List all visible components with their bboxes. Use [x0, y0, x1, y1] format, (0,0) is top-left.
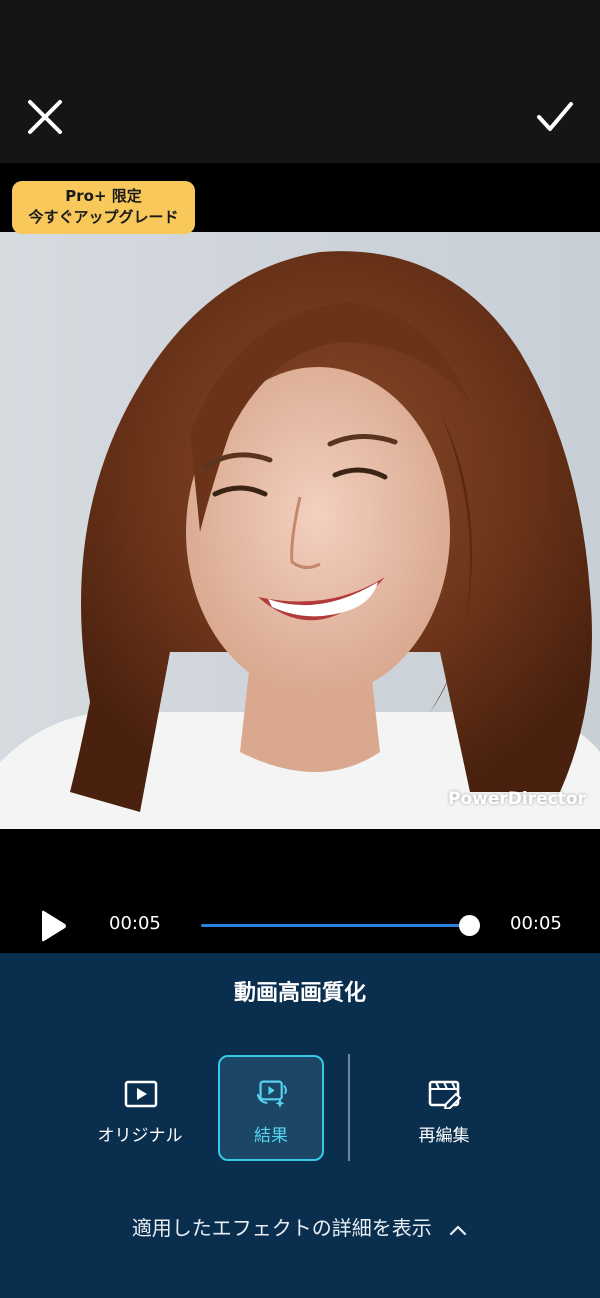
upgrade-badge[interactable]: Pro+ 限定 今すぐアップグレード: [12, 181, 195, 234]
play-icon: [42, 910, 66, 942]
seek-thumb[interactable]: [458, 915, 480, 936]
options-divider: [348, 1054, 350, 1161]
portrait-illustration: [0, 251, 600, 829]
total-time: 00:05: [510, 913, 562, 934]
seek-track[interactable]: [201, 924, 469, 927]
close-icon: [28, 100, 62, 134]
option-result[interactable]: 結果: [218, 1055, 324, 1161]
chevron-up-icon: [450, 1225, 467, 1235]
video-preview-image: [0, 232, 600, 829]
effect-details-label: 適用したエフェクトの詳細を表示: [131, 1216, 432, 1240]
enhanced-video-sparkle-icon: [256, 1080, 287, 1109]
effect-details-toggle[interactable]: 適用したエフェクトの詳細を表示: [0, 1212, 600, 1241]
close-button[interactable]: [24, 96, 66, 138]
play-frame-icon: [124, 1080, 158, 1108]
option-reedit[interactable]: 再編集: [391, 1055, 497, 1161]
play-button[interactable]: [38, 909, 68, 943]
watermark-text: PowerDirector: [448, 789, 586, 809]
option-original[interactable]: オリジナル: [87, 1055, 193, 1161]
upgrade-badge-line2: 今すぐアップグレード: [28, 208, 179, 226]
option-reedit-label: 再編集: [418, 1126, 470, 1146]
edit-clip-icon: [428, 1080, 462, 1109]
option-result-label: 結果: [254, 1126, 288, 1146]
current-time: 00:05: [109, 913, 161, 934]
top-toolbar: [0, 0, 600, 163]
check-icon: [537, 102, 573, 131]
panel-title: 動画高画質化: [233, 981, 366, 1006]
option-original-label: オリジナル: [97, 1126, 183, 1146]
upgrade-badge-line1: Pro+ 限定: [65, 187, 142, 205]
confirm-button[interactable]: [534, 96, 576, 138]
